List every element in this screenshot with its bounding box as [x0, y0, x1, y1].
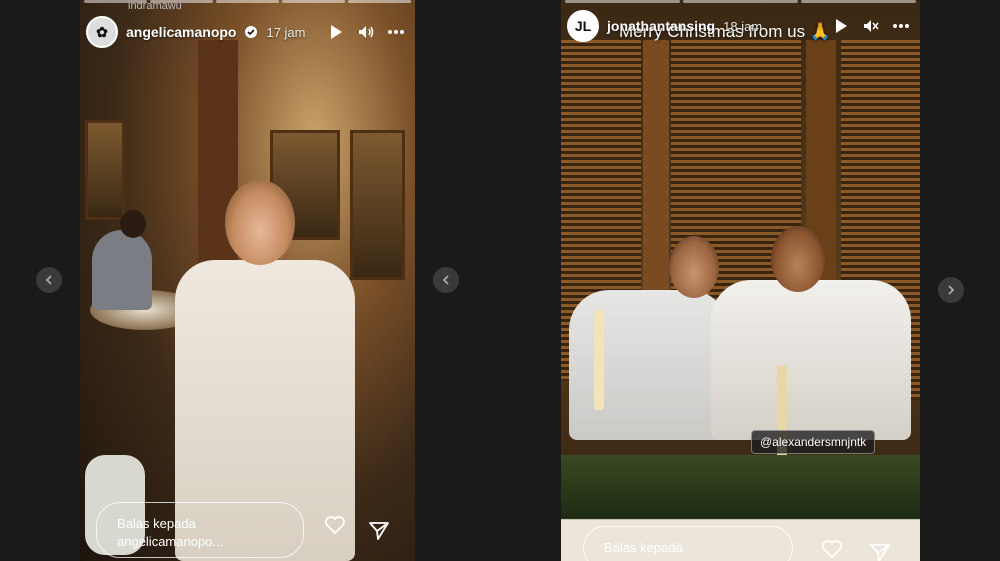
person-right-head	[771, 226, 825, 292]
play-icon	[331, 25, 342, 39]
sound-button[interactable]	[860, 15, 882, 37]
next-story-arrow[interactable]	[938, 277, 964, 303]
story-left[interactable]: indramawu ✿ angelicamanopo 17 jam Balas …	[80, 0, 415, 561]
share-button[interactable]	[364, 516, 394, 546]
story-progress	[561, 0, 920, 3]
chevron-left-icon	[45, 275, 52, 285]
post-time: 17 jam	[266, 24, 306, 40]
chevron-left-icon	[442, 275, 449, 285]
send-icon	[369, 522, 389, 540]
person-left-body	[569, 290, 729, 440]
person-right-body	[711, 280, 911, 440]
play-icon	[836, 19, 847, 33]
username[interactable]: jonathantansing	[607, 18, 715, 34]
verified-badge-icon	[245, 26, 258, 38]
avatar[interactable]: ✿	[86, 16, 118, 48]
play-button[interactable]	[325, 21, 347, 43]
window-frame	[85, 120, 125, 220]
chevron-right-icon	[948, 285, 955, 295]
background-head	[120, 210, 146, 238]
avatar[interactable]: JL	[567, 10, 599, 42]
candle	[594, 310, 604, 410]
person-left-head	[669, 236, 719, 298]
sound-button[interactable]	[355, 21, 377, 43]
like-button[interactable]	[817, 534, 847, 561]
more-options-button[interactable]	[890, 15, 912, 37]
story-header: JL jonathantansing 18 jam	[567, 6, 912, 46]
send-icon	[870, 544, 890, 561]
play-button[interactable]	[830, 15, 852, 37]
username[interactable]: angelicamanopo	[126, 24, 236, 40]
story-header: ✿ angelicamanopo 17 jam	[86, 12, 407, 52]
reply-input[interactable]: Balas kepada	[583, 526, 793, 561]
more-options-button[interactable]	[385, 21, 407, 43]
reply-input[interactable]: Balas kepada angelicamanopo...	[96, 502, 304, 558]
speaker-muted-icon	[864, 20, 879, 32]
prev-story-arrow[interactable]	[36, 267, 62, 293]
story-right[interactable]: Merry Christmas from us 🙏 JL jonathantan…	[561, 0, 920, 561]
more-icon	[893, 24, 909, 28]
more-icon	[388, 30, 404, 34]
heart-icon	[822, 540, 842, 559]
top-caption: indramawu	[128, 0, 182, 12]
speaker-icon	[359, 26, 374, 38]
post-time: 18 jam	[723, 18, 763, 34]
heart-icon	[325, 516, 345, 535]
share-button[interactable]	[865, 538, 895, 561]
window-frame	[350, 130, 405, 280]
reply-placeholder: Balas kepada angelicamanopo...	[117, 516, 224, 549]
main-person-head	[225, 180, 295, 265]
mention-sticker[interactable]: @alexandersmnjntk	[751, 430, 876, 454]
background-person	[92, 230, 152, 310]
middle-nav-arrow[interactable]	[433, 267, 459, 293]
reply-placeholder: Balas kepada	[604, 540, 683, 555]
like-button[interactable]	[320, 510, 350, 540]
